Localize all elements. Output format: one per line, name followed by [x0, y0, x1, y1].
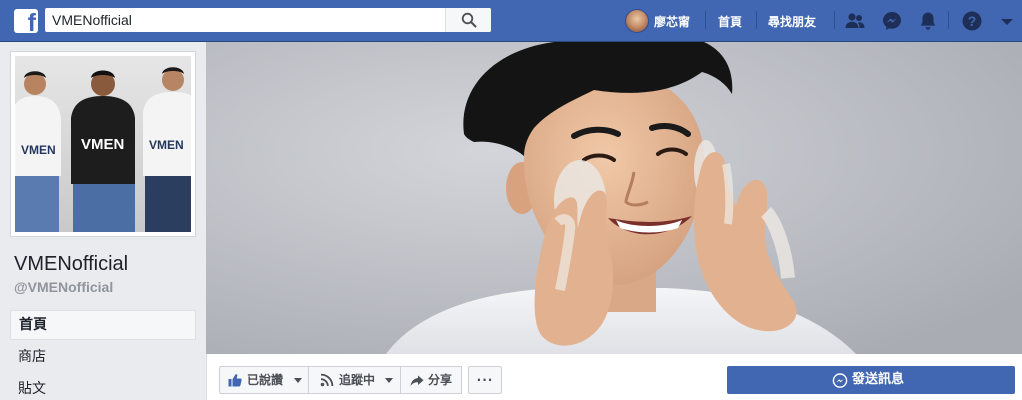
search-box [45, 8, 491, 32]
vmen-logo-center: VMEN [81, 136, 124, 153]
divider [756, 11, 757, 29]
liked-label: 已說讚 [247, 373, 284, 387]
avatar [625, 9, 649, 33]
chevron-down-icon [385, 378, 393, 383]
chevron-down-icon [294, 378, 302, 383]
sidebar-item-home[interactable]: 首頁 [10, 310, 196, 340]
sidebar-item-shop[interactable]: 商店 [10, 342, 196, 372]
notifications-icon[interactable] [917, 10, 939, 32]
send-message-label: 發送訊息 [852, 372, 905, 387]
divider [948, 11, 949, 29]
messenger-icon [832, 373, 848, 388]
search-icon [461, 12, 477, 28]
messenger-icon[interactable] [881, 10, 903, 32]
facebook-logo[interactable]: f [14, 9, 38, 33]
share-arrow-icon [410, 375, 424, 386]
thumbs-up-icon [228, 374, 242, 387]
search-input[interactable] [45, 8, 445, 32]
nav-home-link[interactable]: 首頁 [718, 13, 742, 30]
vmen-logo-right: VMEN [149, 138, 184, 152]
cover-photo[interactable] [206, 42, 1022, 354]
page-sidebar: VMEN VMEN VMEN VMENofficial @VMENofficia… [0, 42, 206, 400]
page-action-bar: 已說讚 追蹤中 分享 ··· 發送訊息 [206, 354, 1022, 400]
account-menu-icon[interactable] [996, 10, 1018, 32]
friend-requests-icon[interactable] [844, 10, 866, 32]
search-button[interactable] [445, 8, 491, 32]
page-username[interactable]: @VMENofficial [14, 279, 113, 295]
help-icon[interactable]: ? [961, 10, 983, 32]
page-profile-picture[interactable]: VMEN VMEN VMEN [10, 51, 196, 237]
divider [705, 11, 706, 29]
top-navigation-bar: f 廖芯甯 首頁 尋找朋友 ? [0, 0, 1022, 42]
nav-find-friends-link[interactable]: 尋找朋友 [768, 13, 816, 30]
liked-button[interactable]: 已說讚 [219, 366, 309, 394]
more-options-button[interactable]: ··· [468, 366, 502, 394]
share-label: 分享 [428, 373, 453, 387]
svg-text:?: ? [968, 13, 977, 29]
send-message-button[interactable]: 發送訊息 [727, 366, 1015, 394]
rss-follow-icon [320, 373, 334, 387]
page-tabs-nav: 首頁 商店 貼文 [10, 310, 196, 400]
profile-name: 廖芯甯 [654, 15, 691, 29]
more-icon: ··· [476, 373, 494, 387]
following-button[interactable]: 追蹤中 [308, 366, 401, 394]
cover-photo-image [206, 42, 1022, 354]
following-label: 追蹤中 [339, 373, 376, 387]
divider [834, 11, 835, 29]
vmen-logo-left: VMEN [21, 143, 56, 157]
sidebar-item-posts[interactable]: 貼文 [10, 374, 196, 400]
share-button[interactable]: 分享 [400, 366, 462, 394]
profile-photo-image: VMEN VMEN VMEN [15, 56, 191, 232]
page-title: VMENofficial [14, 253, 129, 275]
